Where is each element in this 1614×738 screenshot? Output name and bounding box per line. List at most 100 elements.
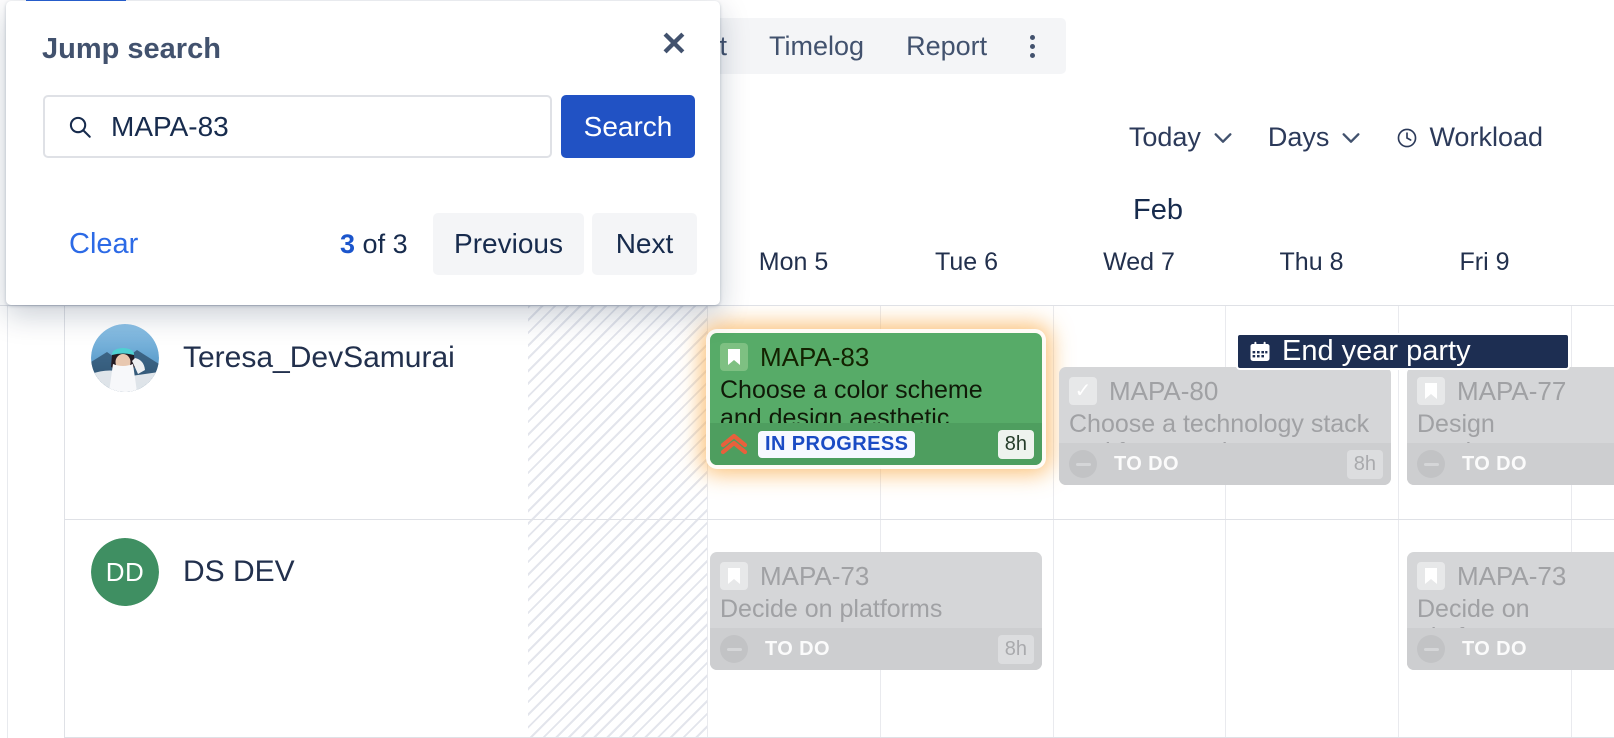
card-summary: Design app icons and other [1417,409,1524,443]
story-bookmark-icon [720,343,748,372]
card-summary: Decide on platforms [1417,594,1530,628]
card-summary: Decide on platforms [720,594,943,623]
search-icon [69,116,91,138]
priority-highest-icon [720,433,748,455]
day-number: 7 [1161,248,1175,276]
jump-search-dialog: Jump search ✕ Search Clear 3 of 3 Previo… [6,1,720,305]
clock-icon [1398,128,1417,147]
timescale-dropdown[interactable]: Days [1251,122,1380,153]
card-footer: TO DO 8h [710,628,1042,670]
day-number: 8 [1329,248,1344,276]
task-card-mapa-80[interactable]: ✓ MAPA-80 Choose a technology stack and … [1059,367,1391,485]
next-button[interactable]: Next [592,213,697,275]
day-number: 6 [984,248,998,276]
estimate-badge: 8h [1346,449,1383,479]
workload-button[interactable]: Workload [1379,122,1560,153]
result-of: of [362,229,386,259]
avatar-photo [91,324,159,392]
card-body: MAPA-77 Design app icons and other [1407,367,1614,443]
timescale-label: Days [1267,122,1330,152]
day-number: 5 [814,248,829,276]
table-row: DD DS DEV MAPA-73 Decide on platforms TO… [0,520,1614,738]
person-name: DS DEV [183,555,295,588]
search-input-wrapper[interactable] [43,95,552,158]
previous-button[interactable]: Previous [433,213,584,275]
day-number: 9 [1495,248,1510,276]
card-footer: TO DO 8h [1407,628,1614,670]
search-row: Search [43,95,695,158]
estimate-badge: 8h [997,429,1034,459]
dialog-title: Jump search [42,33,221,65]
card-footer: IN PROGRESS 8h [710,423,1042,465]
card-body: MAPA-73 Decide on platforms [1407,552,1614,628]
card-key-row: MAPA-73 [720,562,1030,591]
chevron-down-icon [1342,132,1360,143]
today-dropdown[interactable]: Today [1112,122,1251,153]
task-check-icon: ✓ [1069,377,1097,406]
gantt-grid: Teresa_DevSamurai MAPA-83 Choose a color… [0,306,1614,738]
card-key: MAPA-73 [760,561,870,591]
story-bookmark-icon [1417,377,1445,406]
task-card-mapa-77[interactable]: MAPA-77 Design app icons and other TO DO… [1407,367,1614,485]
card-key-row: ✓ MAPA-80 [1069,377,1379,406]
card-key: MAPA-73 [1457,561,1567,591]
status-badge: TO DO [1462,637,1527,660]
task-card-mapa-73-a[interactable]: MAPA-73 Decide on platforms TO DO 8h [710,552,1042,670]
kebab-menu-icon[interactable] [1014,28,1050,64]
timeline-month-label: Feb [1133,194,1183,226]
row-person-teresa[interactable]: Teresa_DevSamurai [66,306,528,519]
task-card-mapa-73-b[interactable]: MAPA-73 Decide on platforms TO DO 8h [1407,552,1614,670]
priority-medium-icon [1417,450,1445,478]
avatar[interactable]: DD [91,538,159,606]
day-weekday: Mon [758,248,808,276]
avatar[interactable] [91,324,159,392]
today-label: Today [1128,122,1201,152]
tab-report[interactable]: Report [885,32,1008,60]
person-name: Teresa_DevSamurai [183,341,455,374]
gantt-toolbar: Today Days Workload [1112,122,1560,153]
dialog-footer: Clear 3 of 3 Previous Next [6,213,720,275]
clear-link[interactable]: Clear [69,213,138,275]
grid-left-gutter [0,306,8,738]
timeline-day-fri-9[interactable]: Fri 9 [1398,244,1571,306]
estimate-badge: 8h [997,634,1034,664]
timeline-day-mon-5[interactable]: Mon 5 [707,244,880,306]
status-badge: IN PROGRESS [758,430,916,458]
card-body: MAPA-83 Choose a color scheme and design… [710,333,1042,423]
card-footer: TO DO 8h [1407,443,1614,485]
calendar-icon [1250,341,1270,361]
grid-name-column [8,306,65,738]
workload-label: Workload [1429,122,1543,152]
card-footer: TO DO 8h [1059,443,1391,485]
timeline-day-tue-6[interactable]: Tue 6 [880,244,1053,306]
event-label: End year party [1282,335,1471,367]
card-summary: Choose a color scheme and design aesthet… [720,375,983,423]
search-button[interactable]: Search [561,95,695,158]
chevron-down-icon [1214,132,1232,143]
card-key: MAPA-83 [760,342,870,372]
priority-medium-icon [720,635,748,663]
timeline-day-wed-7[interactable]: Wed 7 [1053,244,1225,306]
story-bookmark-icon [720,562,748,591]
card-key-row: MAPA-73 [1417,562,1614,591]
day-weekday: Thu [1279,248,1323,276]
search-input[interactable] [111,110,534,143]
avatar-initials: DD [91,538,159,606]
timeline-day-thu-8[interactable]: Thu 8 [1225,244,1398,306]
card-key: MAPA-77 [1457,376,1567,406]
tab-timelog[interactable]: Timelog [748,32,885,60]
card-summary: Choose a technology stack and frameworks… [1069,409,1370,443]
card-body: ✓ MAPA-80 Choose a technology stack and … [1059,367,1391,443]
card-key: MAPA-80 [1109,376,1219,406]
priority-medium-icon [1417,635,1445,663]
task-card-mapa-83[interactable]: MAPA-83 Choose a color scheme and design… [710,333,1042,465]
result-total: 3 [392,229,408,259]
row-person-dsdev[interactable]: DD DS DEV [66,520,528,737]
close-icon[interactable]: ✕ [652,21,696,65]
result-counter: 3 of 3 [340,213,408,275]
card-key-row: MAPA-83 [720,343,1030,372]
result-current: 3 [340,229,356,259]
event-banner-end-year-party[interactable]: End year party [1236,333,1570,370]
status-badge: TO DO [1462,452,1527,475]
story-bookmark-icon [1417,562,1445,591]
